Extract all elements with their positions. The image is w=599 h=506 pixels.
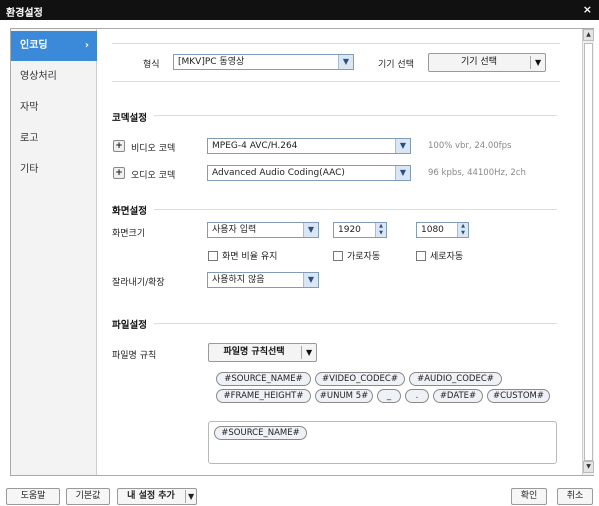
checkbox-icon: [208, 250, 218, 261]
tag-source-name[interactable]: #SOURCE_NAME#: [216, 372, 311, 386]
device-label: 기기 선택: [378, 60, 414, 70]
format-value: [MKV]PC 동영상: [178, 57, 245, 67]
expand-icon[interactable]: +: [113, 167, 125, 179]
filename-rule-button-label: 파일명 규칙선택: [223, 347, 285, 357]
close-icon[interactable]: ×: [583, 3, 592, 16]
screen-section-title: 화면설정: [112, 206, 147, 217]
divider: [154, 323, 557, 324]
vertical-scrollbar[interactable]: ▲ ▼: [582, 29, 594, 475]
chevron-down-icon: ▼: [338, 55, 353, 69]
scrollbar-thumb[interactable]: [584, 43, 593, 461]
sidebar-item-label: 로고: [20, 133, 39, 144]
screen-size-label: 화면크기: [112, 229, 146, 239]
sidebar-item-encoding[interactable]: 인코딩 ›: [11, 31, 97, 61]
video-codec-value: MPEG-4 AVC/H.264: [212, 141, 298, 151]
screen-size-select[interactable]: 사용자 입력 ▼: [207, 222, 319, 238]
divider: [112, 81, 560, 82]
video-codec-select[interactable]: MPEG-4 AVC/H.264 ▼: [207, 138, 411, 154]
tag-unum[interactable]: #UNUM 5#: [315, 389, 373, 403]
title-bar: 환경설정 ×: [0, 0, 599, 20]
tag-audio-codec[interactable]: #AUDIO_CODEC#: [409, 372, 502, 386]
sidebar-item-etc[interactable]: 기타: [11, 155, 97, 185]
chevron-right-icon: ›: [84, 40, 89, 51]
divider: [154, 115, 557, 116]
format-label: 형식: [143, 60, 160, 70]
divider: [112, 43, 560, 44]
button-separator: [185, 490, 186, 503]
tag-frame-height[interactable]: #FRAME_HEIGHT#: [216, 389, 311, 403]
checkbox-icon: [333, 250, 343, 261]
dropdown-arrow-icon: ▼: [188, 492, 195, 501]
button-separator: [301, 346, 302, 359]
audio-codec-label: 오디오 코덱: [131, 171, 176, 181]
divider: [154, 209, 557, 210]
spinner-icon[interactable]: ▲ ▼: [375, 223, 386, 237]
checkbox-icon: [416, 250, 426, 261]
tag-video-codec[interactable]: #VIDEO_CODEC#: [315, 372, 405, 386]
auto-width-checkbox[interactable]: 가로자동: [333, 249, 380, 262]
auto-height-label: 세로자동: [430, 252, 464, 262]
sidebar: 인코딩 › 영상처리 자막 로고 기타: [11, 29, 97, 475]
expand-icon[interactable]: +: [113, 140, 125, 152]
chevron-down-icon: ▼: [303, 273, 318, 287]
dropdown-arrow-icon: ▼: [306, 348, 313, 357]
defaults-button[interactable]: 기본값: [66, 488, 110, 505]
scroll-down-icon[interactable]: ▼: [583, 461, 594, 473]
filename-rule-box[interactable]: #SOURCE_NAME#: [208, 421, 557, 464]
screen-size-value: 사용자 입력: [212, 225, 257, 235]
file-section-title: 파일설정: [112, 320, 147, 331]
crop-label: 잘라내기/확장: [112, 278, 165, 288]
width-input[interactable]: 1920 ▲ ▼: [333, 222, 387, 238]
height-input[interactable]: 1080 ▲ ▼: [416, 222, 469, 238]
add-my-settings-label: 내 설정 추가: [127, 491, 175, 501]
sidebar-item-subtitle[interactable]: 자막: [11, 93, 97, 123]
audio-codec-select[interactable]: Advanced Audio Coding(AAC) ▼: [207, 165, 411, 181]
audio-codec-value: Advanced Audio Coding(AAC): [212, 168, 345, 178]
width-value: 1920: [338, 225, 361, 235]
cancel-button[interactable]: 취소: [557, 488, 593, 505]
codec-section-title: 코덱설정: [112, 113, 147, 124]
height-value: 1080: [421, 225, 444, 235]
sidebar-item-label: 자막: [20, 102, 39, 113]
tag-underscore[interactable]: _: [377, 389, 401, 403]
scroll-up-icon[interactable]: ▲: [583, 29, 594, 41]
chevron-down-icon: ▼: [303, 223, 318, 237]
button-separator: [530, 56, 531, 69]
filename-rule-label: 파일명 규칙: [112, 351, 157, 361]
tag-date[interactable]: #DATE#: [433, 389, 483, 403]
device-select-button[interactable]: 기기 선택 ▼: [428, 53, 546, 72]
filename-rule-button[interactable]: 파일명 규칙선택 ▼: [208, 343, 317, 362]
sidebar-item-label: 인코딩: [20, 40, 48, 51]
sidebar-item-logo[interactable]: 로고: [11, 124, 97, 154]
audio-codec-info: 96 kpbs, 44100Hz, 2ch: [428, 168, 526, 178]
help-button[interactable]: 도움말: [6, 488, 60, 505]
sidebar-item-label: 기타: [20, 164, 39, 175]
format-select[interactable]: [MKV]PC 동영상 ▼: [173, 54, 354, 70]
chevron-down-icon: ▼: [395, 139, 410, 153]
crop-value: 사용하지 않음: [212, 275, 265, 285]
chevron-down-icon: ▼: [395, 166, 410, 180]
spinner-icon[interactable]: ▲ ▼: [457, 223, 468, 237]
crop-select[interactable]: 사용하지 않음 ▼: [207, 272, 319, 288]
device-button-label: 기기 선택: [461, 57, 497, 67]
window-title: 환경설정: [6, 8, 43, 19]
tag-dot[interactable]: .: [405, 389, 429, 403]
keep-ratio-checkbox[interactable]: 화면 비율 유지: [208, 249, 277, 262]
sidebar-item-video-processing[interactable]: 영상처리: [11, 62, 97, 92]
selected-tag-source-name[interactable]: #SOURCE_NAME#: [214, 426, 307, 440]
ok-button[interactable]: 확인: [511, 488, 547, 505]
tag-custom[interactable]: #CUSTOM#: [487, 389, 550, 403]
video-codec-label: 비디오 코덱: [131, 144, 176, 154]
dropdown-arrow-icon: ▼: [535, 58, 542, 67]
keep-ratio-label: 화면 비율 유지: [222, 252, 278, 262]
add-my-settings-button[interactable]: 내 설정 추가 ▼: [117, 488, 197, 505]
auto-width-label: 가로자동: [347, 252, 381, 262]
sidebar-item-label: 영상처리: [20, 71, 57, 82]
settings-content: 형식 [MKV]PC 동영상 ▼ 기기 선택 기기 선택 ▼ 코덱설정 + 비디…: [98, 29, 581, 475]
video-codec-info: 100% vbr, 24.00fps: [428, 141, 512, 151]
auto-height-checkbox[interactable]: 세로자동: [416, 249, 463, 262]
settings-frame: 인코딩 › 영상처리 자막 로고 기타 형식 [MKV]PC 동영상 ▼ 기기 …: [10, 28, 594, 476]
